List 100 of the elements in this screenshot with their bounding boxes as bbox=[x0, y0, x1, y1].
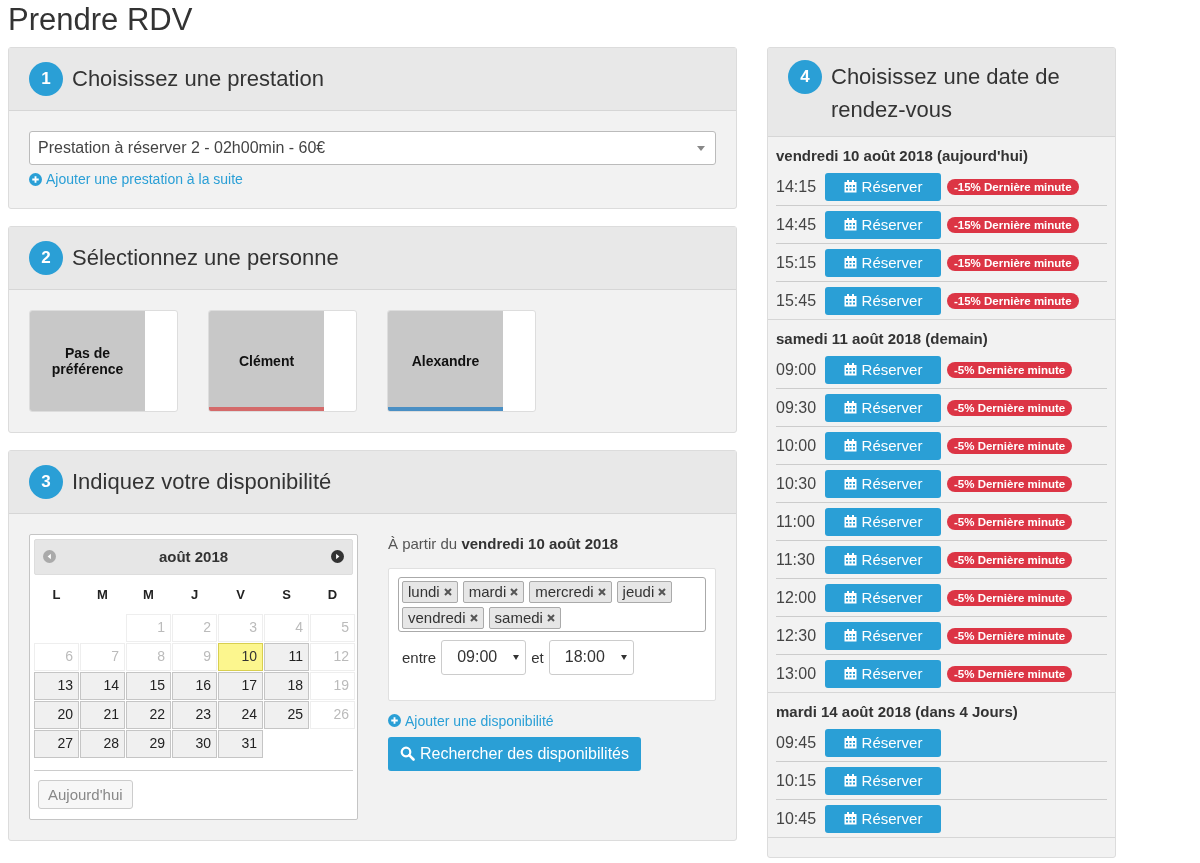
calendar-day: 4 bbox=[264, 613, 309, 642]
and-label: et bbox=[531, 648, 544, 666]
discount-badge: -5% Dernière minute bbox=[947, 475, 1073, 492]
discount-badge: -5% Dernière minute bbox=[947, 627, 1073, 644]
calendar-day[interactable]: 23 bbox=[172, 700, 217, 729]
remove-icon[interactable] bbox=[443, 587, 452, 596]
calendar-day[interactable]: 24 bbox=[218, 700, 263, 729]
person-card[interactable]: Clément bbox=[208, 309, 357, 412]
step-number: 4 bbox=[788, 60, 822, 94]
calendar-day[interactable]: 20 bbox=[34, 700, 79, 729]
plus-circle-icon bbox=[388, 714, 401, 727]
start-date-text: À partir du vendredi 10 août 2018 bbox=[388, 534, 619, 552]
discount-badge: -15% Dernière minute bbox=[947, 178, 1079, 195]
weekday-label: L bbox=[51, 585, 62, 604]
calendar-day: 5 bbox=[310, 613, 355, 642]
slot-time: 10:45 bbox=[776, 809, 818, 828]
calendar-day[interactable]: 18 bbox=[264, 671, 309, 700]
person-card[interactable]: Pas de préférence bbox=[29, 309, 178, 412]
next-month-icon[interactable] bbox=[331, 550, 344, 563]
panel-title: Choisissez une date de rendez-vous bbox=[831, 63, 1061, 124]
slot-time: 12:30 bbox=[776, 626, 818, 645]
calendar-day[interactable]: 14 bbox=[80, 671, 125, 700]
weekday-label: M bbox=[96, 585, 109, 604]
calendar-day[interactable]: 27 bbox=[34, 729, 79, 758]
calendar-day: 7 bbox=[80, 642, 125, 671]
discount-badge: -5% Dernière minute bbox=[947, 399, 1073, 416]
panel-title: Choisissez une prestation bbox=[72, 66, 324, 92]
calendar-icon bbox=[843, 477, 857, 490]
discount-badge: -15% Dernière minute bbox=[947, 216, 1079, 233]
slot-time: 11:30 bbox=[776, 550, 816, 569]
calendar-icon bbox=[843, 774, 857, 787]
calendar-day: 1 bbox=[126, 613, 171, 642]
remove-icon[interactable] bbox=[510, 587, 519, 596]
end-time-select[interactable]: 18:00 bbox=[548, 639, 634, 675]
days-field[interactable]: lundi mardi mercredi jeudi vendredi samedi bbox=[398, 576, 706, 632]
panel-title: Sélectionnez une personne bbox=[72, 244, 339, 271]
calendar-day[interactable]: 28 bbox=[80, 729, 125, 758]
remove-icon[interactable] bbox=[658, 587, 667, 596]
calendar-day[interactable]: 16 bbox=[172, 671, 217, 700]
calendar-day: 19 bbox=[310, 671, 355, 700]
remove-icon[interactable] bbox=[546, 613, 555, 622]
day-tag: mercredi bbox=[529, 580, 612, 603]
calendar-day: 9 bbox=[172, 642, 217, 671]
calendar-icon bbox=[843, 401, 857, 414]
calendar-day[interactable]: 29 bbox=[126, 729, 171, 758]
calendar-day[interactable]: 11 bbox=[264, 642, 309, 671]
slot-time: 14:45 bbox=[776, 215, 818, 234]
person-name: Alexandre bbox=[410, 352, 481, 369]
calendar-day[interactable]: 15 bbox=[126, 671, 171, 700]
calendar-day: 26 bbox=[310, 700, 355, 729]
person-name: Pas de préférence bbox=[50, 344, 125, 377]
calendar-day: 12 bbox=[310, 642, 355, 671]
discount-badge: -5% Dernière minute bbox=[947, 513, 1073, 530]
discount-badge: -5% Dernière minute bbox=[947, 361, 1073, 378]
step-number: 2 bbox=[29, 240, 63, 275]
calendar-day[interactable]: 10 bbox=[218, 642, 263, 671]
day-tag: vendredi bbox=[402, 606, 484, 629]
day-tag: mardi bbox=[462, 580, 525, 603]
calendar-day[interactable]: 13 bbox=[34, 671, 79, 700]
discount-badge: -5% Dernière minute bbox=[947, 589, 1073, 606]
slot-time: 12:00 bbox=[776, 588, 818, 607]
day-tag: lundi bbox=[402, 580, 458, 603]
search-icon bbox=[400, 746, 415, 761]
calendar-icon bbox=[843, 667, 857, 680]
calendar-icon bbox=[843, 180, 857, 193]
caret-icon bbox=[697, 145, 705, 151]
calendar-day[interactable]: 25 bbox=[264, 700, 309, 729]
calendar-day[interactable]: 30 bbox=[172, 729, 217, 758]
calendar-day: 6 bbox=[34, 642, 79, 671]
calendar-icon bbox=[843, 812, 857, 825]
remove-icon[interactable] bbox=[597, 587, 606, 596]
day-heading: vendredi 10 août 2018 (aujourd'hui) bbox=[776, 147, 1029, 164]
panel-title: Indiquez votre disponibilité bbox=[72, 468, 332, 495]
month-label: août 2018 bbox=[158, 548, 229, 565]
step-number: 3 bbox=[29, 464, 63, 499]
calendar-day: 2 bbox=[172, 613, 217, 642]
day-tag: jeudi bbox=[616, 580, 673, 603]
calendar-day[interactable]: 31 bbox=[218, 729, 263, 758]
caret-icon bbox=[513, 654, 520, 660]
calendar-icon bbox=[843, 218, 857, 231]
plus-circle-icon bbox=[29, 172, 42, 186]
calendar-day: 8 bbox=[126, 642, 171, 671]
weekday-label: S bbox=[281, 585, 292, 604]
calendar-icon bbox=[843, 363, 857, 376]
slot-time: 09:00 bbox=[776, 360, 818, 379]
weekday-label: M bbox=[142, 585, 155, 604]
calendar-day: 3 bbox=[218, 613, 263, 642]
day-tag: samedi bbox=[488, 606, 561, 629]
service-select[interactable]: Prestation à réserver 2 - 02h00min - 60€ bbox=[29, 131, 716, 165]
remove-icon[interactable] bbox=[469, 613, 478, 622]
calendar-icon bbox=[843, 256, 857, 269]
discount-badge: -15% Dernière minute bbox=[947, 254, 1079, 271]
calendar-day[interactable]: 21 bbox=[80, 700, 125, 729]
calendar-icon bbox=[843, 294, 857, 307]
start-time-select[interactable]: 09:00 bbox=[441, 639, 527, 675]
calendar-icon bbox=[843, 591, 857, 604]
calendar-day[interactable]: 22 bbox=[126, 700, 171, 729]
slot-time: 10:15 bbox=[776, 771, 818, 790]
calendar-day[interactable]: 17 bbox=[218, 671, 263, 700]
person-card[interactable]: Alexandre bbox=[387, 309, 536, 412]
